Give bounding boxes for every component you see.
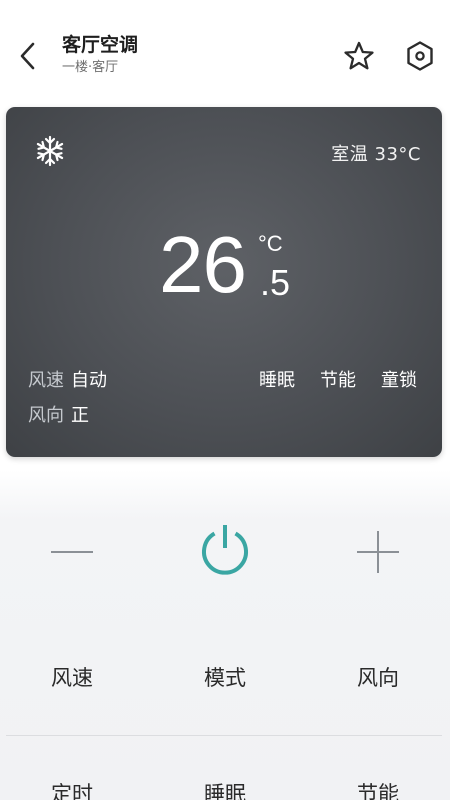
star-icon: [344, 41, 374, 70]
snowflake-icon: [36, 135, 64, 167]
favorite-button[interactable]: [340, 38, 378, 74]
timer-button[interactable]: 定时: [12, 778, 132, 800]
temperature-unit: °C: [258, 231, 283, 256]
room-temperature: 室温 33°C: [331, 144, 421, 165]
fan-direction-button[interactable]: 风向: [318, 662, 438, 692]
fan-speed-status: 风速 自动: [28, 366, 107, 392]
child-lock-flag: 童锁: [381, 370, 417, 391]
eco-flag: 节能: [320, 370, 356, 391]
fan-speed-button[interactable]: 风速: [12, 662, 132, 692]
set-temperature-decimal: .5: [260, 262, 291, 303]
fan-speed-label: 风速: [28, 370, 64, 391]
power-icon: [202, 525, 248, 575]
decrease-temp-button[interactable]: [46, 526, 98, 578]
minus-icon: [51, 551, 93, 553]
grid-divider: [6, 735, 442, 736]
fan-speed-value: 自动: [71, 370, 107, 391]
status-card: 室温 33°C 26 °C .5 风速 自动 风向正 睡眠 节能 童锁: [6, 107, 442, 457]
fan-direction-label: 风向: [28, 405, 64, 426]
power-button[interactable]: [196, 521, 254, 579]
settings-button[interactable]: [402, 38, 438, 74]
back-button[interactable]: [12, 38, 44, 74]
increase-temp-button[interactable]: [352, 526, 404, 578]
chevron-left-icon: [20, 42, 35, 70]
mode-button[interactable]: 模式: [165, 662, 285, 692]
fan-direction-status: 风向正: [28, 401, 89, 427]
plus-icon: [357, 531, 399, 573]
header: 客厅空调 一楼·客厅: [0, 0, 450, 100]
eco-button[interactable]: 节能: [318, 778, 438, 800]
ac-control-page: 客厅空调 一楼·客厅 室温 33°C 26 °C .5 风速 自动 风向 正 睡…: [0, 0, 450, 800]
sleep-button[interactable]: 睡眠: [165, 778, 285, 800]
hexagon-settings-icon: [407, 41, 433, 71]
fan-direction-value: 正: [71, 405, 89, 426]
page-title: 客厅空调: [62, 34, 139, 56]
title-block: 客厅空调 一楼·客厅: [62, 33, 138, 76]
page-subtitle: 一楼·客厅: [62, 60, 119, 75]
sleep-flag: 睡眠: [259, 370, 295, 391]
set-temperature-whole: 26: [159, 220, 247, 309]
